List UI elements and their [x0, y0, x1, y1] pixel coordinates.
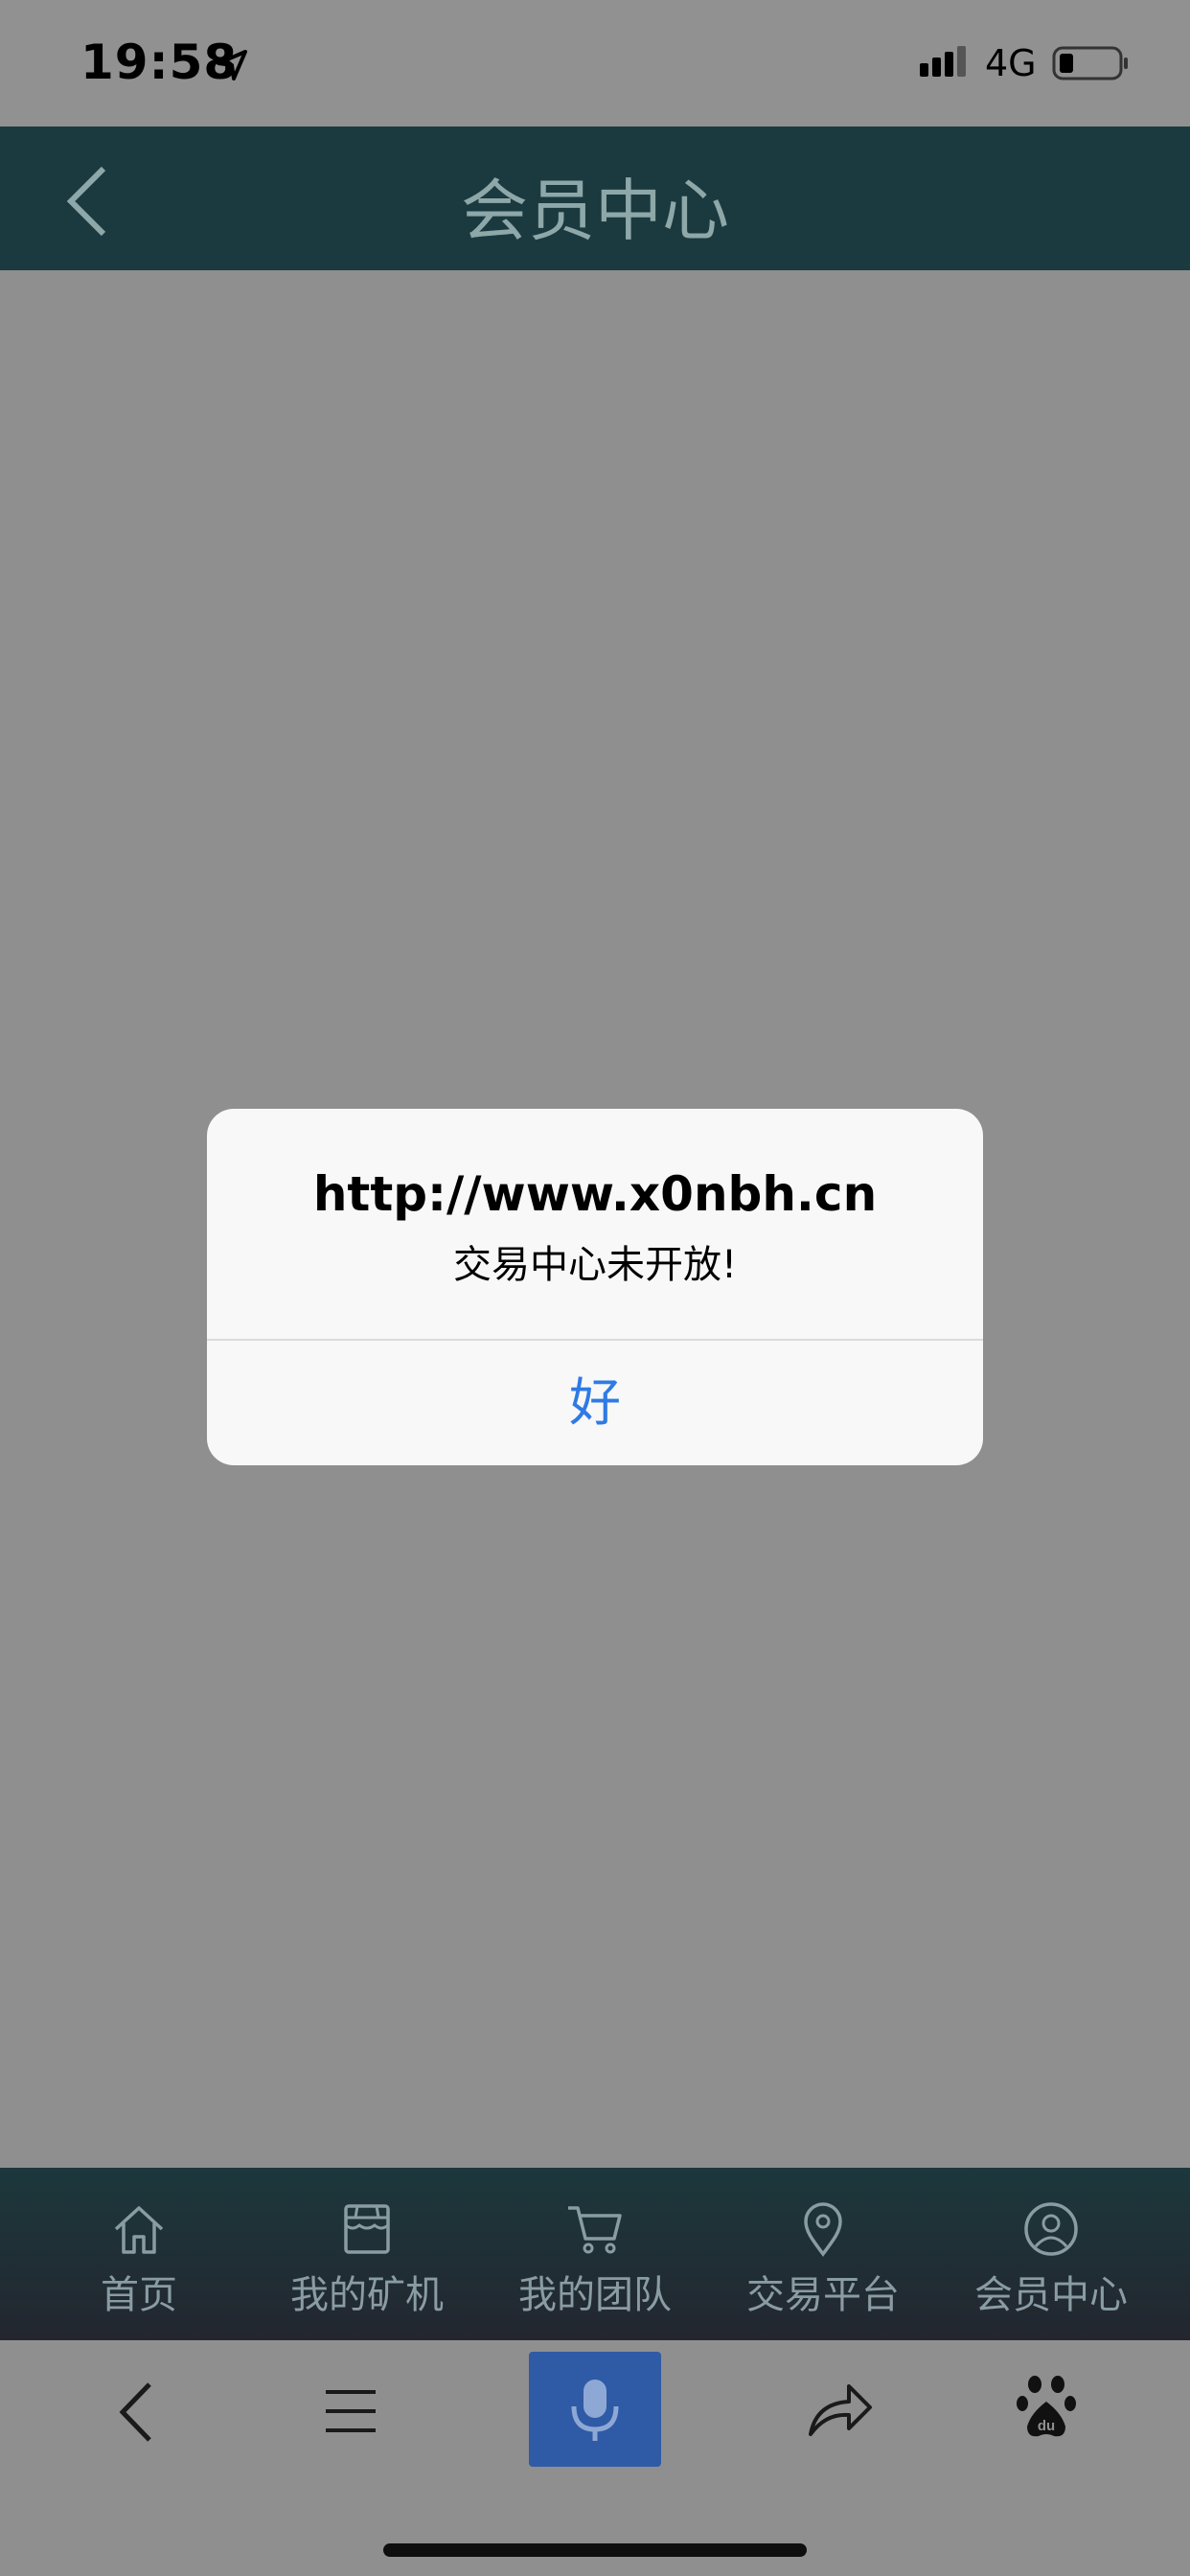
battery-icon	[1052, 46, 1128, 80]
nav-bar: 会员中心	[0, 126, 1190, 270]
user-icon	[1024, 2202, 1078, 2256]
tab-label: 我的矿机	[290, 2273, 444, 2317]
baidu-paw-icon[interactable]: du	[1016, 2375, 1077, 2442]
alert-title: http://www.x0nbh.cn	[312, 1166, 878, 1222]
tab-my-miners[interactable]: 我的矿机	[248, 2168, 486, 2340]
alert-message: 交易中心未开放!	[452, 1243, 738, 1287]
back-icon[interactable]	[113, 2379, 161, 2446]
tab-label: 我的团队	[518, 2273, 672, 2317]
tab-label: 首页	[101, 2273, 177, 2317]
tab-member-center[interactable]: 会员中心	[932, 2168, 1170, 2340]
voice-search-button[interactable]	[529, 2352, 661, 2467]
microphone-icon	[571, 2380, 619, 2441]
menu-icon[interactable]	[322, 2382, 379, 2440]
svg-text:du: du	[1038, 2418, 1055, 2434]
ok-button[interactable]: 好	[207, 1341, 983, 1465]
tab-home[interactable]: 首页	[20, 2168, 258, 2340]
location-arrow-icon	[217, 50, 247, 80]
tab-label: 会员中心	[974, 2273, 1128, 2317]
tab-label: 交易平台	[746, 2273, 900, 2317]
home-icon	[114, 2206, 164, 2254]
tab-trading-platform[interactable]: 交易平台	[704, 2168, 942, 2340]
cart-icon	[568, 2206, 622, 2254]
browser-toolbar: du	[0, 2340, 1190, 2576]
store-icon	[344, 2204, 390, 2254]
home-indicator[interactable]	[383, 2543, 807, 2557]
tab-bar: 首页 我的矿机 我的团队 交易平台 会员中心	[0, 2168, 1190, 2340]
share-icon[interactable]	[807, 2377, 874, 2440]
status-bar: 19:58 4G	[0, 0, 1190, 126]
page-title: 会员中心	[461, 172, 729, 250]
location-pin-icon	[804, 2202, 842, 2257]
alert-dialog: http://www.x0nbh.cn 交易中心未开放! 好	[207, 1109, 983, 1465]
network-type: 4G	[985, 42, 1037, 84]
signal-icon	[920, 46, 966, 77]
tab-my-team[interactable]: 我的团队	[476, 2168, 714, 2340]
